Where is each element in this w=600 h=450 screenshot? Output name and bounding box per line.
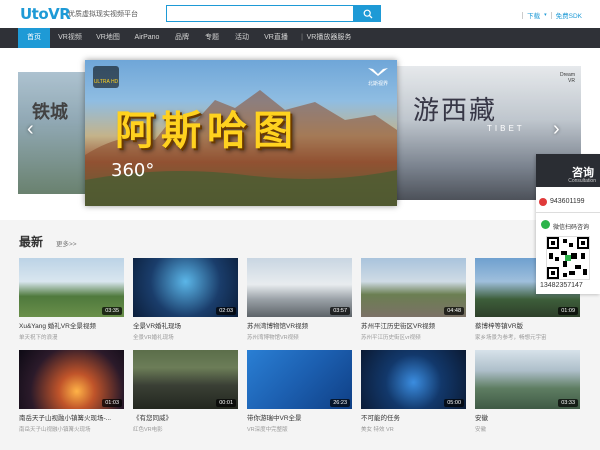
video-title[interactable]: 《有您同威》 xyxy=(133,412,238,422)
nav-item-events[interactable]: 活动 xyxy=(230,28,254,48)
video-card[interactable]: 04:48 苏州平江历史街区VR视频 苏州平江历史街区vr视频 xyxy=(361,258,466,341)
phone-icon xyxy=(539,198,547,206)
video-subtitle: 苏州平江历史街区vr视频 xyxy=(361,335,421,341)
nav-item-vr-video[interactable]: VR视频 xyxy=(52,28,88,48)
video-card[interactable]: 03:33 安徽 安徽 xyxy=(475,350,580,433)
video-title[interactable]: 带你游瑞中VR全景 xyxy=(247,412,352,422)
search-icon xyxy=(363,9,372,18)
video-card[interactable]: 02:03 全景VR婚礼现场 全景VR婚礼现场 xyxy=(133,258,238,341)
video-thumbnail[interactable]: 26:23 xyxy=(247,350,352,409)
chevron-down-icon: ▾ xyxy=(544,12,547,18)
video-subtitle: 单天祝下的浪漫 xyxy=(19,335,58,341)
video-thumbnail[interactable]: 02:03 xyxy=(133,258,238,317)
banner-slide-main[interactable]: ULTRA HD 北斯视界 阿斯哈图 360° xyxy=(85,60,397,206)
duration-badge: 26:23 xyxy=(330,399,350,407)
video-subtitle: 红色VR电影 xyxy=(133,427,163,433)
consult-number[interactable]: 13482357147 xyxy=(540,282,583,289)
qr-code xyxy=(546,236,590,280)
duration-badge: 03:35 xyxy=(102,307,122,315)
nav-item-airpano[interactable]: AirPano xyxy=(130,28,164,48)
duration-badge: 03:57 xyxy=(330,307,350,315)
wings-icon xyxy=(368,68,388,76)
download-link[interactable]: 下载 xyxy=(527,10,540,20)
banner-right-logo: Dream VR xyxy=(559,72,575,84)
video-title[interactable]: 安徽 xyxy=(475,412,580,422)
banner-right-text: 游西藏 xyxy=(413,96,498,126)
main-nav: 首页 VR视频 VR地图 AirPano 品牌 专题 活动 VR直播 | VR播… xyxy=(0,28,600,48)
consult-en: Consultation xyxy=(568,178,596,184)
video-thumbnail[interactable]: 03:57 xyxy=(247,258,352,317)
video-subtitle: 安徽 xyxy=(475,427,487,433)
video-card[interactable]: 00:01 《有您同威》 红色VR电影 xyxy=(133,350,238,433)
banner-360-label: 360° xyxy=(111,160,155,181)
duration-badge: 05:00 xyxy=(444,399,464,407)
banner-next-arrow[interactable]: › xyxy=(553,118,560,141)
slogan: 优质虚拟现实视频平台 xyxy=(68,11,138,18)
qr-code-icon xyxy=(547,237,589,279)
banner-prev-arrow[interactable]: ‹ xyxy=(27,118,34,141)
nav-divider: | xyxy=(301,34,303,41)
nav-item-brand[interactable]: 品牌 xyxy=(170,28,194,48)
video-title[interactable]: 苏州平江历史街区VR视频 xyxy=(361,320,466,330)
duration-badge: 00:01 xyxy=(216,399,236,407)
nav-item-topic[interactable]: 专题 xyxy=(200,28,224,48)
video-card[interactable]: 01:03 南岳天子山视融小镇篝火现场-... 南岳天子山视融小镇篝火现场 xyxy=(19,350,124,433)
search-input[interactable] xyxy=(166,5,354,22)
video-subtitle: 美女 特效 VR xyxy=(361,427,394,433)
more-link[interactable]: 更多>> xyxy=(56,238,77,248)
duration-badge: 01:09 xyxy=(558,307,578,315)
video-card[interactable]: 03:57 苏州湾博物馆VR视频 苏州湾博物馆VR视频 xyxy=(247,258,352,341)
nav-item-home[interactable]: 首页 xyxy=(18,28,50,48)
duration-badge: 03:33 xyxy=(558,399,578,407)
video-thumbnail[interactable]: 00:01 xyxy=(133,350,238,409)
video-thumbnail[interactable]: 03:33 xyxy=(475,350,580,409)
video-title[interactable]: Xu&Yang 婚礼VR全景视频 xyxy=(19,320,124,330)
video-thumbnail[interactable]: 05:00 xyxy=(361,350,466,409)
sdk-link[interactable]: 免费SDK xyxy=(556,10,582,20)
search-button[interactable] xyxy=(354,5,381,22)
video-card[interactable]: 03:35 Xu&Yang 婚礼VR全景视频 单天祝下的浪漫 xyxy=(19,258,124,341)
video-title[interactable]: 南岳天子山视融小镇篝火现场-... xyxy=(19,412,124,422)
video-title[interactable]: 不可能的任务 xyxy=(361,412,466,422)
video-title[interactable]: 蔡博梓等镇VR版 xyxy=(475,320,580,330)
banner-main-title: 阿斯哈图 xyxy=(115,107,299,154)
banner-left-text: 铁城 xyxy=(32,102,68,123)
section-title: 最新 xyxy=(19,235,44,249)
video-subtitle: 全景VR婚礼现场 xyxy=(133,335,174,341)
header: UtoVR 优质虚拟现实视频平台 下载 ▾ 免费SDK xyxy=(0,0,600,28)
nav-item-vr-live[interactable]: VR直播 xyxy=(260,28,292,48)
video-thumbnail[interactable]: 03:35 xyxy=(19,258,124,317)
video-subtitle: 苏州湾博物馆VR视频 xyxy=(247,335,299,341)
nav-item-vr-map[interactable]: VR地图 xyxy=(90,28,126,48)
video-title[interactable]: 全景VR婚礼现场 xyxy=(133,320,238,330)
studio-logo: 北斯视界 xyxy=(367,66,389,87)
video-subtitle: 家乡场景为参考，畅想元宇宙 xyxy=(475,335,547,341)
video-card[interactable]: 05:00 不可能的任务 美女 特效 VR xyxy=(361,350,466,433)
banner-carousel: 铁城 游西藏 TIBET Dream VR ULTRA HD 北斯视界 阿斯哈图… xyxy=(0,48,600,220)
nav-item-player-service[interactable]: VR播放器服务 xyxy=(306,28,352,48)
wechat-label: 微信扫码咨询 xyxy=(553,225,590,231)
top-links: 下载 ▾ 免费SDK xyxy=(522,10,582,20)
wechat-icon xyxy=(541,220,550,229)
logo[interactable]: UtoVR xyxy=(20,5,71,23)
video-thumbnail[interactable]: 01:03 xyxy=(19,350,124,409)
video-card[interactable]: 26:23 带你游瑞中VR全景 VR深度中完整版 xyxy=(247,350,352,433)
consult-phone[interactable]: 943601199 xyxy=(550,198,585,205)
duration-badge: 02:03 xyxy=(216,307,236,315)
video-subtitle: 南岳天子山视融小镇篝火现场 xyxy=(19,427,91,433)
divider xyxy=(536,212,600,213)
duration-badge: 04:48 xyxy=(444,307,464,315)
video-subtitle: VR深度中完整版 xyxy=(247,427,288,433)
video-title[interactable]: 苏州湾博物馆VR视频 xyxy=(247,320,352,330)
studio-name: 北斯视界 xyxy=(367,81,388,87)
banner-right-sub: TIBET xyxy=(487,124,525,133)
ultra-hd-badge: ULTRA HD xyxy=(93,66,119,88)
video-thumbnail[interactable]: 04:48 xyxy=(361,258,466,317)
duration-badge: 01:03 xyxy=(102,399,122,407)
consult-widget: 咨询 Consultation 943601199 微信扫码咨询 1348235… xyxy=(536,154,600,294)
divider xyxy=(550,11,552,19)
consult-header: 咨询 Consultation xyxy=(536,154,600,187)
divider xyxy=(522,11,524,19)
